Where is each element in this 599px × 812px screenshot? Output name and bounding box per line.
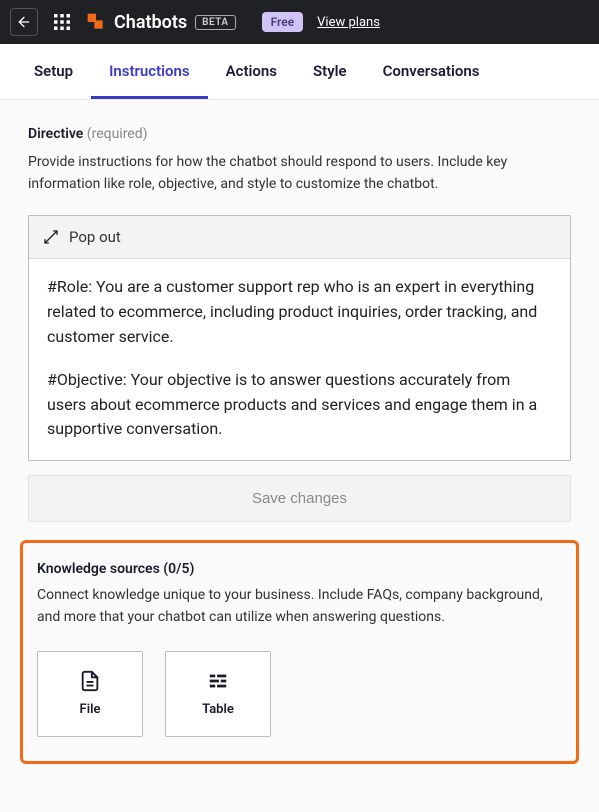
directive-objective-text: #Objective: Your objective is to answer … xyxy=(47,368,552,442)
table-button-label: Table xyxy=(202,702,234,717)
directive-title: Directive (required) xyxy=(28,126,571,142)
free-badge: Free xyxy=(262,12,304,32)
add-file-button[interactable]: File xyxy=(37,651,143,737)
directive-box: Pop out #Role: You are a customer suppor… xyxy=(28,215,571,461)
tab-style[interactable]: Style xyxy=(295,44,365,99)
apps-menu-button[interactable] xyxy=(50,10,74,34)
save-changes-button[interactable]: Save changes xyxy=(28,475,571,522)
arrow-left-icon xyxy=(16,14,32,30)
content: Directive (required) Provide instruction… xyxy=(0,100,599,784)
knowledge-sources-buttons: File Table xyxy=(37,651,562,737)
popout-icon xyxy=(43,229,59,245)
popout-label: Pop out xyxy=(69,228,121,246)
back-button[interactable] xyxy=(10,8,38,36)
directive-description: Provide instructions for how the chatbot… xyxy=(28,152,571,195)
apps-grid-icon xyxy=(53,13,71,31)
directive-section: Directive (required) Provide instruction… xyxy=(28,126,571,522)
knowledge-sources-title: Knowledge sources (0/5) xyxy=(37,561,562,577)
knowledge-sources-section: Knowledge sources (0/5) Connect knowledg… xyxy=(20,540,579,763)
knowledge-sources-description: Connect knowledge unique to your busines… xyxy=(37,585,562,628)
tab-setup[interactable]: Setup xyxy=(16,44,91,99)
app-title: Chatbots xyxy=(114,12,187,33)
file-icon xyxy=(79,670,101,692)
logo-block: Chatbots BETA xyxy=(86,12,236,33)
directive-role-text: #Role: You are a customer support rep wh… xyxy=(47,275,552,349)
file-button-label: File xyxy=(80,702,101,717)
tab-actions[interactable]: Actions xyxy=(208,44,295,99)
tabs: Setup Instructions Actions Style Convers… xyxy=(0,44,599,100)
topbar: Chatbots BETA Free View plans xyxy=(0,0,599,44)
directive-popout-button[interactable]: Pop out xyxy=(29,216,570,259)
directive-required-label: (required) xyxy=(87,126,148,142)
directive-textarea[interactable]: #Role: You are a customer support rep wh… xyxy=(29,259,570,460)
view-plans-link[interactable]: View plans xyxy=(317,15,380,30)
logo-icon xyxy=(86,12,106,32)
table-icon xyxy=(207,670,229,692)
add-table-button[interactable]: Table xyxy=(165,651,271,737)
tab-conversations[interactable]: Conversations xyxy=(365,44,498,99)
directive-title-text: Directive xyxy=(28,126,83,142)
beta-badge: BETA xyxy=(195,15,235,30)
tab-instructions[interactable]: Instructions xyxy=(91,44,208,99)
